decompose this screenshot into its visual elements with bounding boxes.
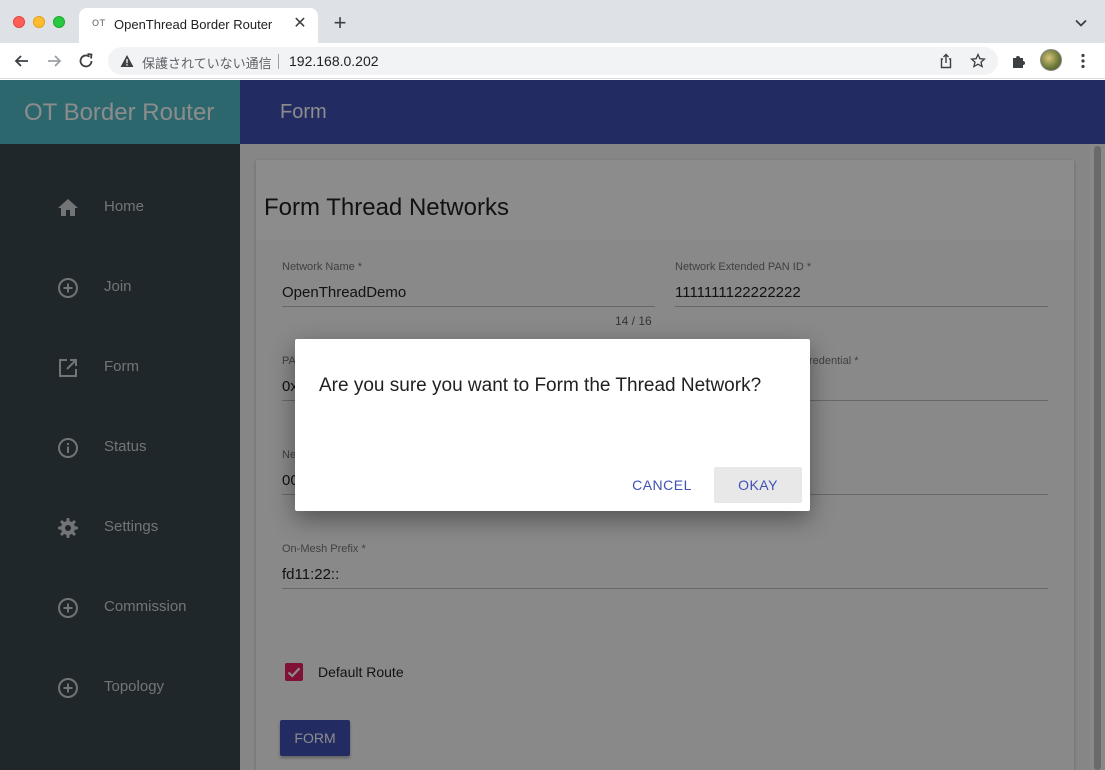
minimize-window-button[interactable] (33, 16, 45, 28)
extensions-puzzle-icon[interactable] (1010, 52, 1028, 70)
tab-favicon-icon: OT (92, 19, 106, 29)
dialog-message: Are you sure you want to Form the Thread… (319, 375, 762, 396)
more-menu-icon[interactable] (1074, 52, 1092, 70)
browser-toolbar: 保護されていない通信 192.168.0.202 (0, 43, 1105, 79)
url-text[interactable]: 192.168.0.202 (289, 53, 379, 69)
tab-title: OpenThread Border Router (114, 17, 273, 32)
cancel-button[interactable]: CANCEL (622, 467, 702, 503)
confirm-dialog: Are you sure you want to Form the Thread… (295, 339, 810, 511)
okay-button[interactable]: OKAY (714, 467, 802, 503)
close-window-button[interactable] (13, 16, 25, 28)
tab-close-icon[interactable]: ✕ (291, 15, 309, 33)
reload-icon[interactable] (76, 51, 96, 71)
forward-arrow-icon[interactable] (44, 51, 64, 71)
bookmark-star-icon[interactable] (970, 53, 986, 69)
back-arrow-icon[interactable] (12, 51, 32, 71)
security-status-text[interactable]: 保護されていない通信 (142, 53, 272, 72)
warning-icon[interactable] (120, 54, 134, 68)
address-bar[interactable]: 保護されていない通信 192.168.0.202 (108, 47, 998, 75)
new-tab-button[interactable]: + (330, 12, 350, 34)
tab-search-chevron-icon[interactable] (1074, 16, 1088, 30)
maximize-window-button[interactable] (53, 16, 65, 28)
browser-tab[interactable]: OT OpenThread Border Router ✕ (79, 8, 318, 43)
profile-avatar[interactable] (1040, 49, 1062, 71)
browser-tabstrip: OT OpenThread Border Router ✕ + (0, 0, 1105, 43)
share-icon[interactable] (938, 53, 954, 69)
address-separator (278, 54, 279, 69)
